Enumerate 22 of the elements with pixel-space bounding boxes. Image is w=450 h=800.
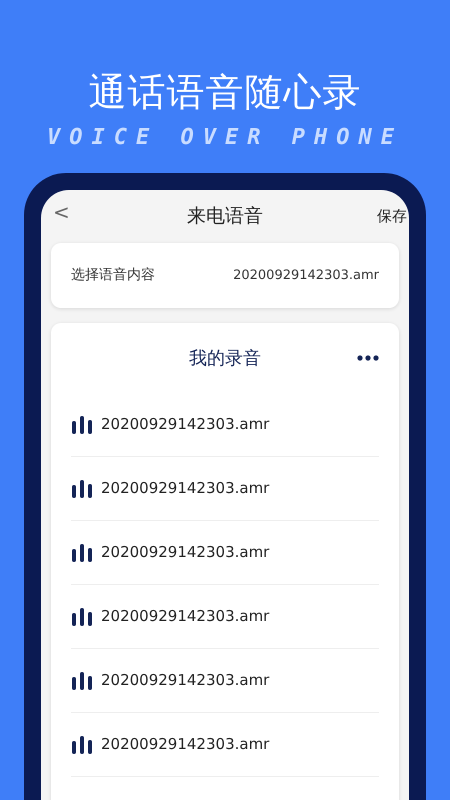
recording-item[interactable]: 20200929142303.amr	[71, 649, 379, 713]
page-title: 来电语音	[187, 204, 263, 230]
back-button[interactable]: <	[53, 202, 70, 222]
tagline: VOICE OVER PHONE	[46, 127, 404, 149]
recording-item[interactable]: 20200929142303.amr	[71, 585, 379, 649]
recording-item[interactable]: 20200929142303.amr	[71, 521, 379, 585]
audio-bars-icon	[71, 608, 93, 626]
audio-bars-icon	[71, 480, 93, 498]
select-voice-row[interactable]: 选择语音内容 20200929142303.amr	[51, 243, 399, 308]
audio-bars-icon	[71, 416, 93, 434]
recording-item[interactable]: 20200929142303.amr	[71, 457, 379, 521]
row-label: 选择语音内容	[71, 266, 155, 285]
card-title: 我的录音	[189, 346, 261, 370]
recording-item[interactable]: 20200929142303.amr	[71, 393, 379, 457]
row-value: 20200929142303.amr	[233, 266, 379, 285]
more-icon[interactable]	[357, 355, 379, 361]
headline: 通话语音随心录	[88, 73, 362, 111]
recording-item[interactable]: 20200929142303.amr	[71, 713, 379, 777]
save-button[interactable]: 保存	[377, 205, 407, 228]
audio-bars-icon	[71, 544, 93, 562]
audio-bars-icon	[71, 672, 93, 690]
audio-bars-icon	[71, 736, 93, 754]
